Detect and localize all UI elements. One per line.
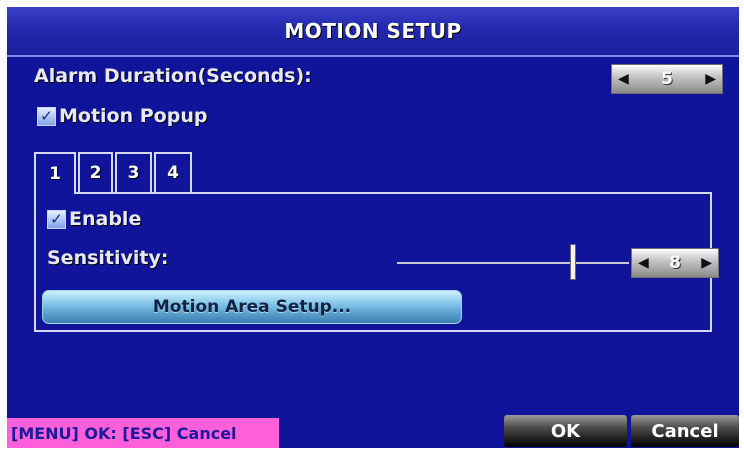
sensitivity-value: 8 <box>669 253 681 273</box>
tab-2[interactable]: 2 <box>78 152 113 192</box>
right-arrow-icon[interactable]: ▶ <box>705 72 716 86</box>
alarm-duration-value: 5 <box>661 69 673 89</box>
window-title: MOTION SETUP <box>7 7 739 57</box>
motion-setup-screen: MOTION SETUP Alarm Duration(Seconds): ◀ … <box>7 7 739 448</box>
ok-button[interactable]: OK <box>504 415 627 447</box>
checkmark-icon: ✓ <box>50 210 63 228</box>
tab-4[interactable]: 4 <box>154 152 192 192</box>
left-arrow-icon[interactable]: ◀ <box>638 256 649 270</box>
checkmark-icon: ✓ <box>40 107 53 125</box>
tab-3[interactable]: 3 <box>115 152 152 192</box>
motion-popup-checkbox[interactable]: ✓ <box>37 107 56 126</box>
right-arrow-icon[interactable]: ▶ <box>701 256 712 270</box>
sensitivity-slider-handle[interactable] <box>570 244 577 280</box>
motion-area-setup-button[interactable]: Motion Area Setup... <box>42 290 462 324</box>
cancel-button[interactable]: Cancel <box>631 415 739 447</box>
motion-popup-label: Motion Popup <box>59 105 208 127</box>
enable-label: Enable <box>69 208 142 230</box>
left-arrow-icon[interactable]: ◀ <box>618 72 629 86</box>
keyboard-hint: [MENU] OK: [ESC] Cancel <box>7 418 279 448</box>
tab-1[interactable]: 1 <box>34 152 76 194</box>
enable-checkbox[interactable]: ✓ <box>47 210 66 229</box>
alarm-duration-label: Alarm Duration(Seconds): <box>34 65 312 87</box>
sensitivity-spinner[interactable]: ◀ 8 ▶ <box>631 248 719 278</box>
sensitivity-slider-track[interactable] <box>397 262 629 264</box>
sensitivity-label: Sensitivity: <box>47 247 169 269</box>
alarm-duration-spinner[interactable]: ◀ 5 ▶ <box>611 64 723 94</box>
